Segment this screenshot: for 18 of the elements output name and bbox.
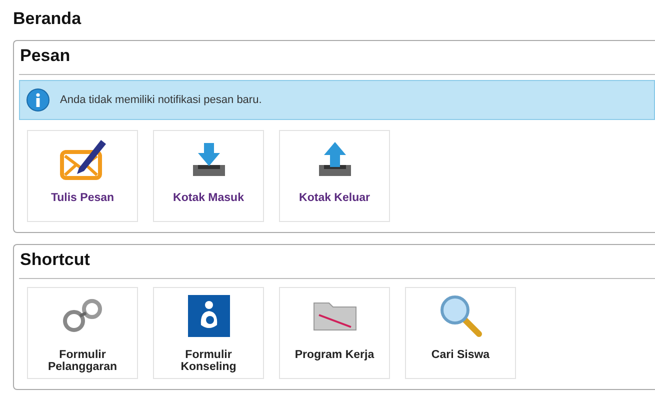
shortcut-tile[interactable]: Program Kerja <box>279 287 390 379</box>
folder-icon <box>312 301 356 331</box>
page-title: Beranda <box>13 9 82 29</box>
shortcut-tile[interactable]: Formulir Konseling <box>153 287 264 379</box>
magnifier-icon <box>438 294 482 338</box>
mother-child-icon <box>188 295 230 337</box>
shortcut-tile[interactable]: Tulis Pesan <box>27 130 138 222</box>
panel-title: Pesan <box>20 46 72 66</box>
shortcut-tile[interactable]: Cari Siswa <box>405 287 516 379</box>
shortcut-tile[interactable]: Kotak Masuk <box>153 130 264 222</box>
notice-text: Anda tidak memiliki notifikasi pesan baru. <box>60 94 262 106</box>
info-icon <box>26 88 50 112</box>
shortcut-tile[interactable]: Kotak Keluar <box>279 130 390 222</box>
shortcut-tile[interactable]: Formulir Pelanggaran <box>27 287 138 379</box>
download-tray-icon <box>192 141 226 177</box>
panel-title: Shortcut <box>20 250 91 270</box>
upload-tray-icon <box>318 141 352 177</box>
handcuffs-icon <box>62 298 104 334</box>
